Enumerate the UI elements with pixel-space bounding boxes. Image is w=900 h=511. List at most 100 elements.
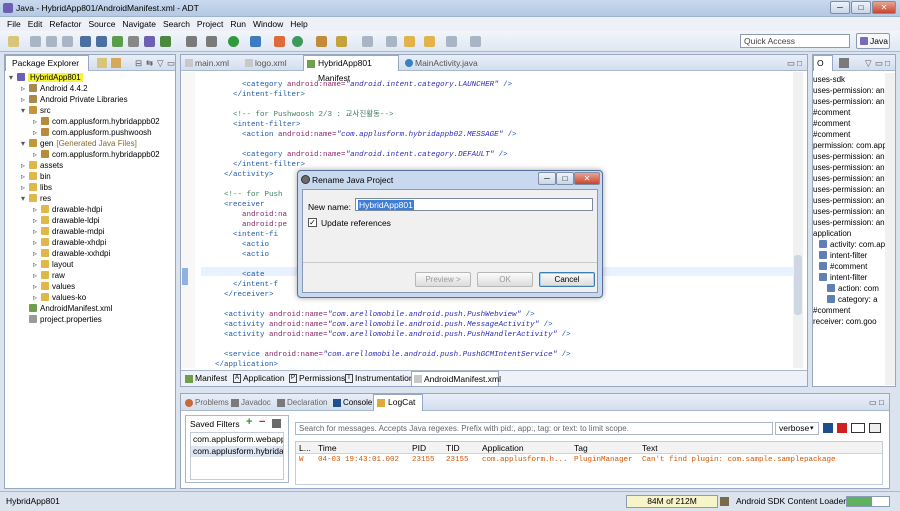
collapsed-arrow-icon[interactable]: ▹ <box>21 84 29 94</box>
dialog-minimize-button[interactable]: ─ <box>538 172 556 185</box>
lint-icon[interactable] <box>144 36 155 47</box>
tab-application[interactable]: A Application <box>231 372 285 385</box>
collapsed-arrow-icon[interactable]: ▹ <box>33 150 41 160</box>
tab-manifest[interactable]: HybridApp801 Manifest <box>303 55 399 83</box>
tree-item[interactable]: AndroidManifest.xml <box>21 304 112 314</box>
collapsed-arrow-icon[interactable]: ▹ <box>21 161 29 171</box>
outline-item[interactable]: receiver: com.goo <box>813 317 877 327</box>
expanded-arrow-icon[interactable]: ▾ <box>21 106 29 116</box>
minimize-console-icon[interactable]: ▭ <box>869 397 877 409</box>
outline-item[interactable]: action: com <box>827 284 879 294</box>
preview-button[interactable]: Preview > <box>415 272 471 287</box>
table-row[interactable]: W 04-03 19:43:01.002 23155 23155 com.app… <box>296 455 882 466</box>
tree-item[interactable]: ▹ layout <box>33 260 73 270</box>
new-name-input[interactable]: HybridApp801 <box>355 198 593 211</box>
tree-item[interactable]: ▹ Android 4.4.2 <box>21 84 88 94</box>
outline-item[interactable]: activity: com.app <box>819 240 890 250</box>
collapsed-arrow-icon[interactable]: ▹ <box>33 282 41 292</box>
tab-instrumentation[interactable]: I Instrumentation <box>343 372 414 385</box>
annotation-icon[interactable] <box>362 36 373 47</box>
toggle-column-icon[interactable] <box>851 423 865 433</box>
outline-item[interactable]: #comment <box>813 130 850 140</box>
tab-package-explorer[interactable]: Package Explorer <box>5 55 89 71</box>
minimize-view-icon[interactable]: ▭ <box>167 57 175 70</box>
filter-item-selected[interactable]: com.applusform.hybrida <box>191 446 283 457</box>
outline-item[interactable]: #comment <box>813 306 850 316</box>
save-icon[interactable] <box>30 36 41 47</box>
tab-manifest-overview[interactable]: Manifest <box>183 372 229 385</box>
dialog-close-button[interactable]: ✕ <box>574 172 600 185</box>
outline-item[interactable]: uses-permission: and <box>813 86 889 96</box>
tree-item[interactable]: ▹ drawable-mdpi <box>33 227 104 237</box>
upload-icon[interactable] <box>96 36 107 47</box>
outline-item[interactable]: uses-permission: and <box>813 152 889 162</box>
collapsed-arrow-icon[interactable]: ▹ <box>33 205 41 215</box>
editor-scroll-thumb[interactable] <box>794 255 802 315</box>
tab-mainactivity-java[interactable]: MainActivity.java <box>405 57 495 70</box>
minimize-view-icon[interactable]: ▭ <box>875 57 883 70</box>
maximize-console-icon[interactable]: □ <box>879 397 884 409</box>
tree-item[interactable]: ▹ raw <box>33 271 65 281</box>
edit-filter-icon[interactable] <box>272 419 281 428</box>
col-level[interactable]: L... <box>299 443 311 453</box>
tab-javadoc[interactable]: Javadoc <box>231 397 271 409</box>
hierarchy-tab-icon[interactable] <box>111 58 121 68</box>
save-all-icon[interactable] <box>46 36 57 47</box>
expanded-arrow-icon[interactable]: ▾ <box>9 73 17 83</box>
link-editor-icon[interactable]: ⇆ <box>146 57 153 70</box>
outline-item[interactable]: uses-permission: and <box>813 218 889 228</box>
maximize-editor-icon[interactable]: □ <box>797 57 802 70</box>
minimize-button[interactable]: ─ <box>830 1 850 14</box>
new-class-icon[interactable] <box>274 36 285 47</box>
view-menu-icon[interactable]: ▽ <box>865 57 872 70</box>
expanded-arrow-icon[interactable]: ▾ <box>21 139 29 149</box>
pin-icon[interactable] <box>470 36 481 47</box>
col-application[interactable]: Application <box>482 443 524 453</box>
tree-item[interactable]: ▹ com.applusform.hybridappb02 <box>33 150 160 160</box>
scroll-lock-icon[interactable] <box>869 423 881 433</box>
tab-main-xml[interactable]: main.xml <box>185 57 241 70</box>
view-menu-icon[interactable]: ▽ <box>157 57 164 70</box>
quick-access-input[interactable]: Quick Access <box>740 34 850 48</box>
minimize-editor-icon[interactable]: ▭ <box>787 57 795 70</box>
tab-problems[interactable]: Problems <box>185 397 229 409</box>
dialog-maximize-button[interactable]: □ <box>556 172 574 185</box>
maximize-view-icon[interactable]: □ <box>885 57 890 70</box>
collapsed-arrow-icon[interactable]: ▹ <box>21 95 29 105</box>
back-icon[interactable] <box>404 36 415 47</box>
menu-navigate[interactable]: Navigate <box>122 19 156 29</box>
debug-icon[interactable] <box>206 36 217 47</box>
outline-scrollbar[interactable] <box>885 73 895 385</box>
tree-item[interactable]: ▹ com.applusform.hybridappb02 <box>33 117 160 127</box>
outline-item[interactable]: uses-permission: and <box>813 174 889 184</box>
hierarchy-icon[interactable] <box>97 58 107 68</box>
outline-item[interactable]: uses-permission: and <box>813 207 889 217</box>
search-icon[interactable] <box>336 36 347 47</box>
tree-item[interactable]: ▹ bin <box>21 172 51 182</box>
next-annotation-icon[interactable] <box>386 36 397 47</box>
history-icon[interactable] <box>446 36 457 47</box>
outline-item[interactable]: #comment <box>819 262 867 272</box>
outline-item[interactable]: uses-permission: and <box>813 163 889 173</box>
tree-item[interactable]: ▹ drawable-xxhdpi <box>33 249 110 259</box>
collapsed-arrow-icon[interactable]: ▹ <box>33 238 41 248</box>
collapsed-arrow-icon[interactable]: ▹ <box>33 128 41 138</box>
col-pid[interactable]: PID <box>412 443 426 453</box>
new-package-icon[interactable] <box>292 36 303 47</box>
forward-icon[interactable] <box>424 36 435 47</box>
clear-log-icon[interactable] <box>837 423 847 433</box>
menu-source[interactable]: Source <box>88 19 115 29</box>
log-level-select[interactable]: verbose ▾ <box>775 422 819 435</box>
menu-window[interactable]: Window <box>253 19 283 29</box>
outline-item[interactable]: uses-permission: and <box>813 196 889 206</box>
col-time[interactable]: Time <box>318 443 337 453</box>
tree-item[interactable]: ▾ src <box>21 106 51 116</box>
tree-item[interactable]: ▹ libs <box>21 183 52 193</box>
collapsed-arrow-icon[interactable]: ▹ <box>33 117 41 127</box>
tree-item[interactable]: ▹ values <box>33 282 75 292</box>
menu-file[interactable]: File <box>7 19 21 29</box>
cancel-button[interactable]: Cancel <box>539 272 595 287</box>
avd-icon[interactable] <box>128 36 139 47</box>
outline-item[interactable]: intent-filter <box>819 273 867 283</box>
tree-item[interactable]: ▹ drawable-ldpi <box>33 216 100 226</box>
